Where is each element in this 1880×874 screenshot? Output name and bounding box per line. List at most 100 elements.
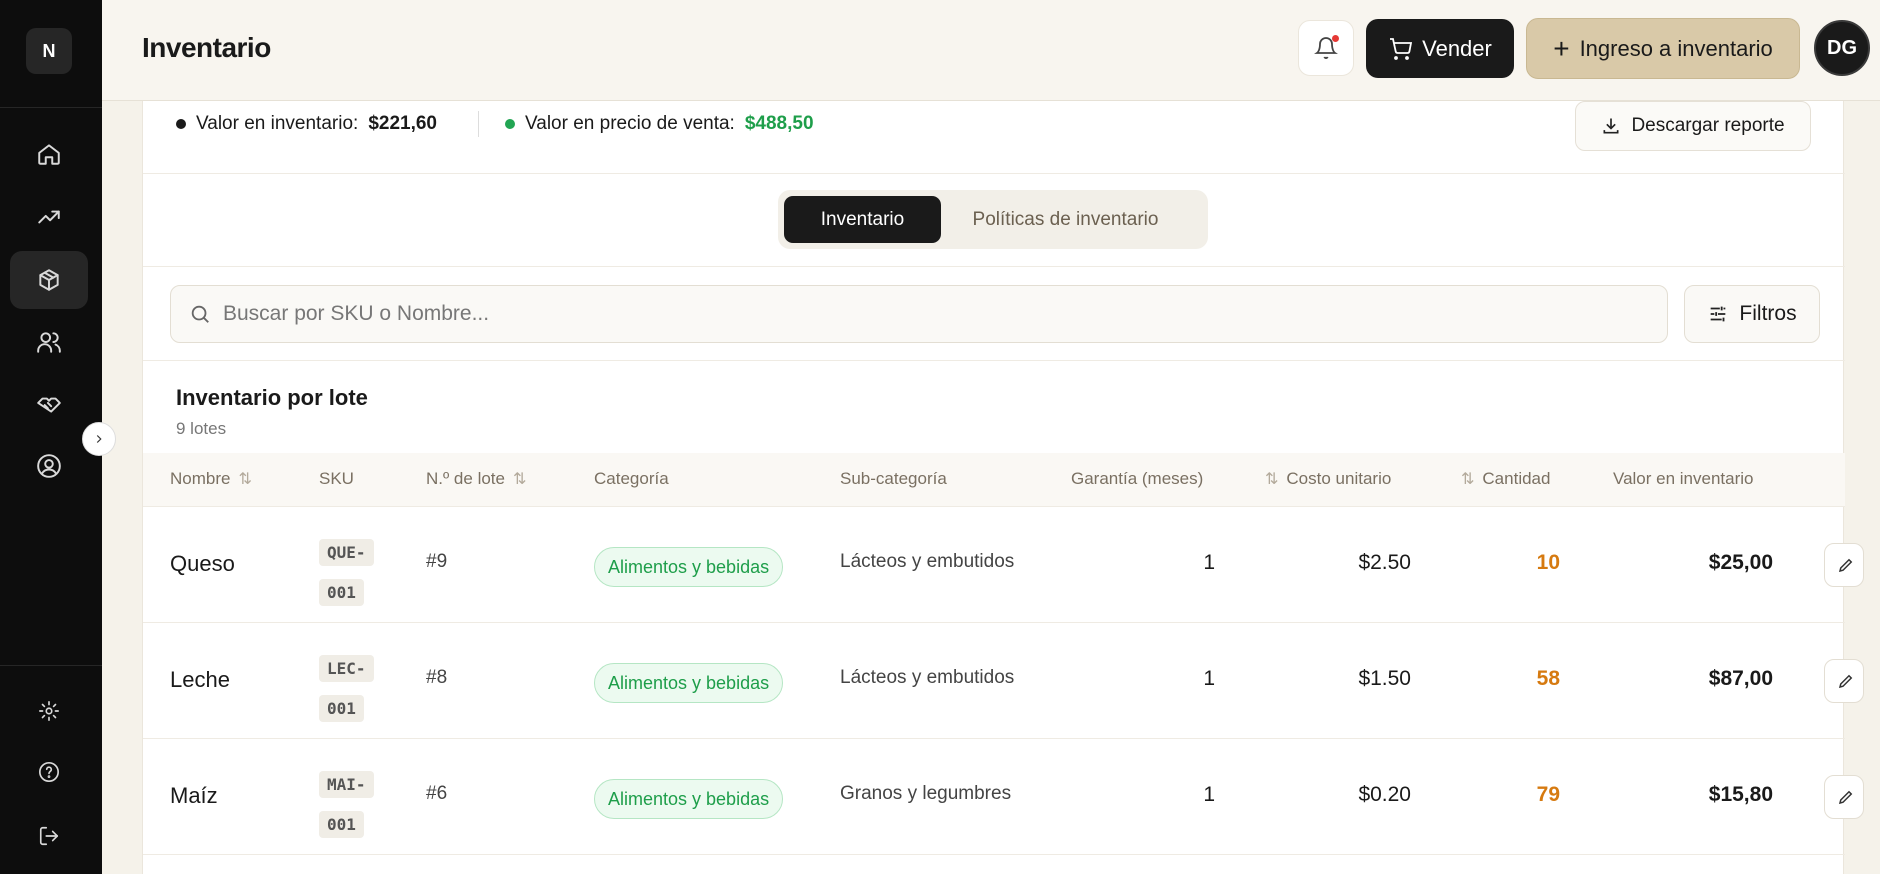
pencil-icon	[1838, 790, 1853, 805]
search-field[interactable]	[170, 285, 1668, 343]
column-valor-label: Valor en inventario	[1613, 469, 1754, 488]
section-subtitle: 9 lotes	[176, 419, 227, 438]
sort-icon: ⇅	[512, 471, 527, 488]
nav-settings[interactable]	[10, 683, 88, 739]
download-report-button[interactable]: Descargar reporte	[1575, 101, 1811, 151]
nav-logout[interactable]	[10, 808, 88, 864]
tab-inventario[interactable]: Inventario	[784, 196, 941, 243]
table-header: Nombre ⇅ SKU N.º de lote ⇅ Categoría Sub…	[143, 453, 1845, 507]
inventory-intake-button[interactable]: + Ingreso a inventario	[1526, 18, 1800, 79]
search-input[interactable]	[223, 302, 1623, 326]
nav-analytics[interactable]	[10, 188, 88, 246]
notifications-button[interactable]	[1298, 20, 1354, 76]
column-costo[interactable]: ⇅ Costo unitario	[1265, 469, 1391, 489]
table-row[interactable]: Queso QUE- 001 #9 Alimentos y bebidas Lác…	[143, 507, 1864, 623]
cell-lote: #8	[426, 667, 448, 688]
page-title: Inventario	[142, 32, 271, 63]
edit-button[interactable]	[1824, 543, 1864, 587]
column-nombre-label: Nombre	[170, 469, 231, 488]
column-cantidad[interactable]: ⇅ Cantidad	[1461, 469, 1550, 489]
nav-customers[interactable]	[10, 313, 88, 371]
nav-home[interactable]	[10, 125, 88, 183]
help-circle-icon	[39, 762, 59, 782]
nav-help[interactable]	[10, 744, 88, 800]
sidebar-divider	[0, 107, 102, 108]
column-sku-label: SKU	[319, 469, 354, 488]
cell-subcategoria: Lácteos y embutidos	[840, 551, 1015, 572]
app-logo[interactable]: N	[26, 28, 72, 74]
notification-dot	[1332, 35, 1339, 42]
tab-bar: Inventario Políticas de inventario	[143, 174, 1845, 267]
column-garantia-label: Garantía (meses)	[1071, 469, 1204, 488]
category-badge: Alimentos y bebidas	[594, 547, 784, 587]
sidebar-divider-bottom	[0, 665, 102, 666]
cell-sku: MAI- 001	[319, 765, 375, 845]
cell-valor: $87,00	[1708, 667, 1773, 690]
cell-lote: #6	[426, 783, 448, 804]
handshake-icon	[37, 397, 61, 413]
cell-nombre: Leche	[170, 667, 230, 692]
column-sku: SKU	[319, 469, 354, 489]
column-categoria: Categoría	[594, 469, 669, 489]
trending-up-icon	[38, 210, 60, 224]
sell-button[interactable]: Vender	[1366, 19, 1514, 78]
chevron-right-icon	[96, 435, 102, 443]
tab-politicas[interactable]: Políticas de inventario	[953, 196, 1178, 243]
cell-cantidad: 10	[1536, 551, 1560, 574]
cell-garantia: 1	[1203, 667, 1215, 690]
nav-partners[interactable]	[10, 375, 88, 433]
sort-icon: ⇅	[1461, 471, 1475, 488]
sku-part: 001	[319, 811, 364, 838]
cell-costo: $0.20	[1358, 783, 1411, 806]
column-subcategoria-label: Sub-categoría	[840, 469, 947, 488]
users-icon	[37, 332, 61, 353]
cell-nombre: Maíz	[170, 783, 218, 808]
sale-value: $488,50	[744, 113, 814, 134]
category-badge: Alimentos y bebidas	[594, 663, 784, 703]
summary-divider	[478, 111, 479, 137]
nav-inventory[interactable]	[10, 251, 88, 309]
cart-icon	[1390, 37, 1413, 60]
cell-costo: $1.50	[1358, 667, 1411, 690]
sale-value-summary: Valor en precio de venta: $488,50	[505, 113, 814, 135]
cell-valor: $25,00	[1708, 551, 1773, 574]
cell-cantidad: 58	[1536, 667, 1560, 690]
plus-icon: +	[1553, 32, 1570, 64]
column-cantidad-label: Cantidad	[1482, 469, 1551, 488]
cell-cantidad: 79	[1536, 783, 1560, 806]
sort-icon: ⇅	[1265, 471, 1279, 488]
inventory-intake-label: Ingreso a inventario	[1579, 35, 1773, 61]
cell-lote: #9	[426, 551, 448, 572]
download-icon	[1603, 118, 1619, 134]
logout-icon	[39, 826, 59, 846]
dark-bullet	[176, 119, 186, 129]
package-icon	[39, 269, 59, 291]
column-nombre[interactable]: Nombre ⇅	[170, 469, 252, 489]
pencil-icon	[1838, 674, 1853, 689]
edit-button[interactable]	[1824, 659, 1864, 703]
inventory-value: $221,60	[368, 113, 437, 134]
category-badge: Alimentos y bebidas	[594, 779, 784, 819]
tabs: Inventario Políticas de inventario	[778, 190, 1208, 249]
user-avatar[interactable]: DG	[1814, 20, 1870, 76]
edit-button[interactable]	[1824, 775, 1864, 819]
cell-garantia: 1	[1203, 551, 1215, 574]
nav-profile[interactable]	[10, 437, 88, 495]
filters-button[interactable]: Filtros	[1684, 285, 1820, 343]
section-header: Inventario por lote 9 lotes	[143, 361, 1845, 453]
cell-garantia: 1	[1203, 783, 1215, 806]
top-header: Inventario Vender + Ingreso a inventario…	[102, 0, 1880, 101]
column-costo-label: Costo unitario	[1286, 469, 1392, 488]
table-row[interactable]: Leche LEC- 001 #8 Alimentos y bebidas Lác…	[143, 623, 1864, 739]
column-lote[interactable]: N.º de lote ⇅	[426, 469, 526, 489]
column-categoria-label: Categoría	[594, 469, 669, 488]
table-row[interactable]: Maíz MAI- 001 #6 Alimentos y bebidas Gran…	[143, 739, 1864, 855]
sort-icon: ⇅	[238, 471, 252, 488]
download-report-label: Descargar reporte	[1631, 115, 1785, 136]
inventory-card: Valor en inventario: $221,60 Valor en pr…	[142, 101, 1864, 874]
sku-part: 001	[319, 579, 364, 606]
section-title: Inventario por lote	[176, 385, 368, 410]
column-lote-label: N.º de lote	[426, 469, 505, 488]
cell-subcategoria: Lácteos y embutidos	[840, 667, 1015, 688]
sidebar-collapse-button[interactable]	[82, 422, 116, 456]
